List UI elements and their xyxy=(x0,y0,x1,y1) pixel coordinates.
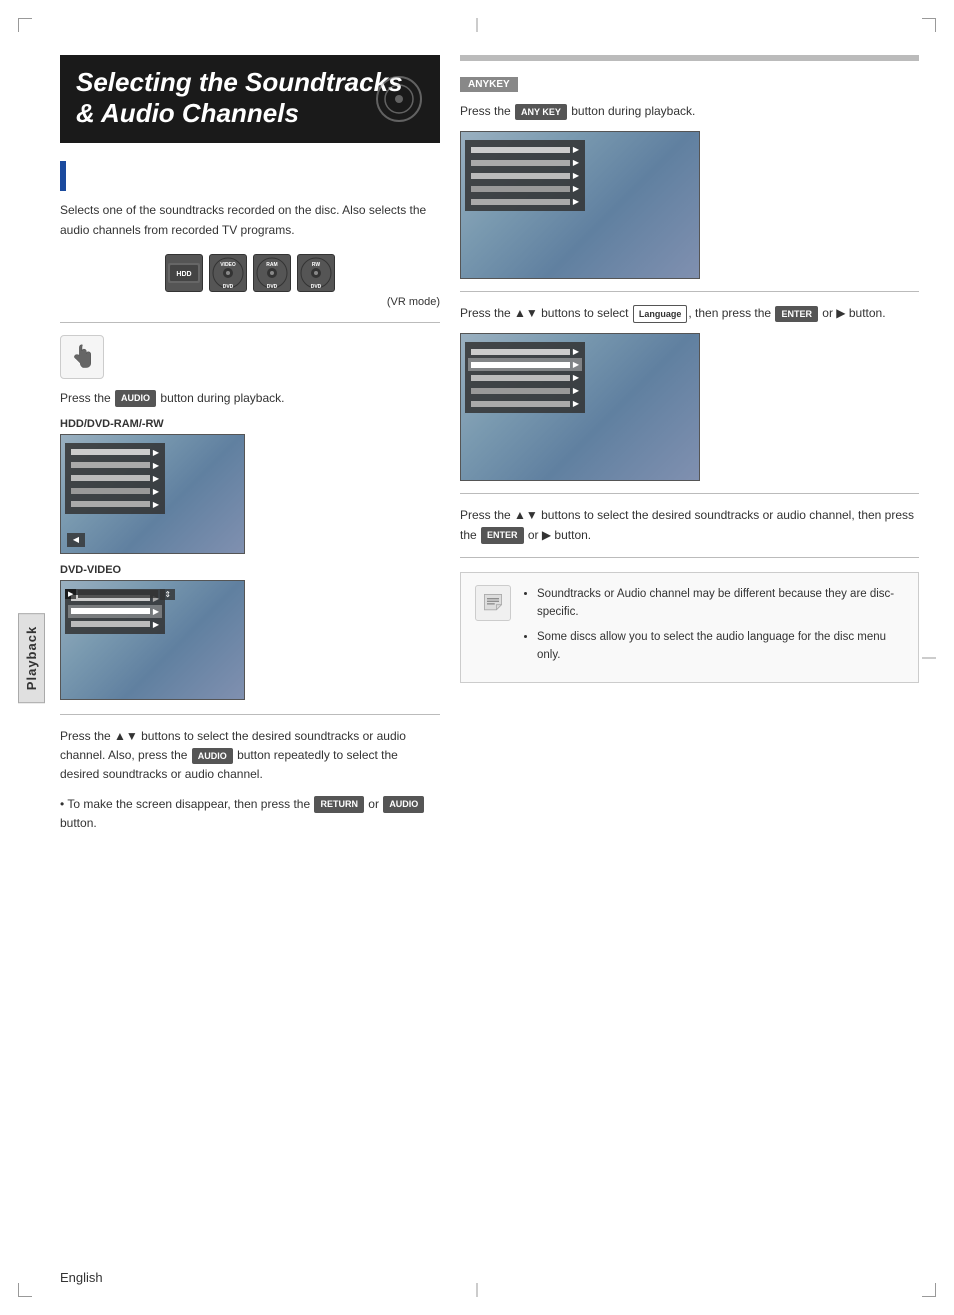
hdd-screenshot-label: HDD/DVD-RAM/-RW xyxy=(60,418,440,430)
svg-text:VIDEO: VIDEO xyxy=(220,262,236,268)
r2-menu-row-2: ▶ xyxy=(468,358,582,371)
r-menu-row-1: ▶ xyxy=(468,143,582,156)
menu-row-5: ▶ xyxy=(68,498,162,511)
menu-row-4: ▶ xyxy=(68,485,162,498)
corner-mark-bl xyxy=(18,1283,32,1297)
anykey-badge: ANYKEY xyxy=(460,77,518,92)
enter-key-button: ENTER xyxy=(775,306,818,322)
note-box: Soundtracks or Audio channel may be diff… xyxy=(460,572,919,684)
menu-row-3: ▶ xyxy=(68,472,162,485)
device-dvd-rw: DVD RW xyxy=(297,254,335,292)
page-title: Selecting the Soundtracks & Audio Channe… xyxy=(76,67,424,129)
r-menu-row-5: ▶ xyxy=(468,195,582,208)
footer-language: English xyxy=(60,1270,103,1285)
vr-mode-label: (VR mode) xyxy=(60,296,440,308)
section-marker xyxy=(60,161,66,191)
right-step3-text: Press the ▲▼ buttons to select the desir… xyxy=(460,506,919,544)
dvd-screenshot-container: DVD-VIDEO ▶ ▶ ▶ xyxy=(60,564,440,700)
svg-text:DVD: DVD xyxy=(267,284,278,290)
device-hdd: HDD xyxy=(165,254,203,292)
hand-icon xyxy=(60,335,104,379)
corner-mark-br xyxy=(922,1283,936,1297)
r2-menu-row-4: ▶ xyxy=(468,384,582,397)
svg-text:DVD: DVD xyxy=(223,284,234,290)
right-screenshot-1-container: ▶ ▶ ▶ ▶ xyxy=(460,131,919,279)
left-step2-text: Press the ▲▼ buttons to select the desir… xyxy=(60,727,440,785)
dvd-menu-row-2: ▶ xyxy=(68,605,162,618)
right-column: ANYKEY Press the ANY KEY button during p… xyxy=(460,55,919,843)
svg-text:HDD: HDD xyxy=(176,271,191,278)
left-step2-bullet: • To make the screen disappear, then pre… xyxy=(60,795,440,833)
right-step1-text: Press the ANY KEY button during playback… xyxy=(460,102,919,121)
svg-text:DVD: DVD xyxy=(311,284,322,290)
return-key-button: RETURN xyxy=(314,796,364,812)
menu-row-2: ▶ xyxy=(68,459,162,472)
right-menu-overlay-2: ▶ ▶ ▶ ▶ xyxy=(465,342,585,413)
center-mark-bottom xyxy=(477,1283,478,1297)
dvd-rw-icon: DVD RW xyxy=(297,254,335,292)
corner-mark-tl xyxy=(18,18,32,32)
right-menu-overlay-1: ▶ ▶ ▶ ▶ xyxy=(465,140,585,211)
main-content: Selecting the Soundtracks & Audio Channe… xyxy=(60,55,919,1260)
device-dvd-video: DVD VIDEO xyxy=(209,254,247,292)
audio-key-button3: AUDIO xyxy=(383,796,424,812)
right-step2-text: Press the ▲▼ buttons to select Language,… xyxy=(460,304,919,323)
language-key: Language xyxy=(633,305,688,323)
r-menu-row-2: ▶ xyxy=(468,156,582,169)
title-decorative-icon xyxy=(374,74,424,124)
r2-menu-row-3: ▶ xyxy=(468,371,582,384)
description-text: Selects one of the soundtracks recorded … xyxy=(60,201,440,239)
note-item-1: Soundtracks or Audio channel may be diff… xyxy=(537,585,904,622)
audio-key-button: AUDIO xyxy=(115,390,156,406)
anykey-button: ANY KEY xyxy=(515,104,567,120)
dvd-ram-icon: DVD RAM xyxy=(253,254,291,292)
right-screenshot-2: ▶ ▶ ▶ ▶ xyxy=(460,333,700,481)
center-mark-right xyxy=(922,657,936,658)
divider-right-2 xyxy=(460,493,919,494)
top-accent-bar xyxy=(460,55,919,61)
play-button-overlay: ◀ xyxy=(67,533,85,547)
divider-right-1 xyxy=(460,291,919,292)
hdd-menu-overlay: ▶ ▶ ▶ ▶ xyxy=(65,443,165,514)
audio-key-button2: AUDIO xyxy=(192,748,233,764)
device-icons-row: HDD DVD VIDEO xyxy=(60,254,440,292)
svg-text:RW: RW xyxy=(312,262,321,268)
sidebar-playback-tab: Playback xyxy=(18,612,45,702)
divider-1 xyxy=(60,322,440,323)
dvd-screenshot: ▶ ▶ ▶ ▶ ⇕ xyxy=(60,580,245,700)
hdd-screenshot: ▶ ▶ ▶ ▶ xyxy=(60,434,245,554)
corner-mark-tr xyxy=(922,18,936,32)
right-screenshot-1: ▶ ▶ ▶ ▶ xyxy=(460,131,700,279)
r-menu-row-3: ▶ xyxy=(468,169,582,182)
dvd-menu-row-3: ▶ xyxy=(68,618,162,631)
svg-text:RAM: RAM xyxy=(266,262,277,268)
device-dvd-ram: DVD RAM xyxy=(253,254,291,292)
title-box: Selecting the Soundtracks & Audio Channe… xyxy=(60,55,440,143)
left-step1-text: Press the AUDIO button during playback. xyxy=(60,389,440,408)
r2-menu-row-1: ▶ xyxy=(468,345,582,358)
hdd-screenshot-container: HDD/DVD-RAM/-RW ▶ ▶ xyxy=(60,418,440,554)
note-icon xyxy=(475,585,511,621)
r-menu-row-4: ▶ xyxy=(468,182,582,195)
note-item-2: Some discs allow you to select the audio… xyxy=(537,628,904,665)
right-screenshot-2-container: ▶ ▶ ▶ ▶ xyxy=(460,333,919,481)
r2-menu-row-5: ▶ xyxy=(468,397,582,410)
note-content: Soundtracks or Audio channel may be diff… xyxy=(523,585,904,671)
dvd-video-icon: DVD VIDEO xyxy=(209,254,247,292)
dvd-screenshot-label: DVD-VIDEO xyxy=(60,564,440,576)
center-mark-top xyxy=(477,18,478,32)
menu-row-1: ▶ xyxy=(68,446,162,459)
enter-key-button2: ENTER xyxy=(481,527,524,543)
left-column: Selecting the Soundtracks & Audio Channe… xyxy=(60,55,440,843)
two-column-layout: Selecting the Soundtracks & Audio Channe… xyxy=(60,55,919,843)
divider-2 xyxy=(60,714,440,715)
divider-right-3 xyxy=(460,557,919,558)
hdd-icon: HDD xyxy=(165,254,203,292)
